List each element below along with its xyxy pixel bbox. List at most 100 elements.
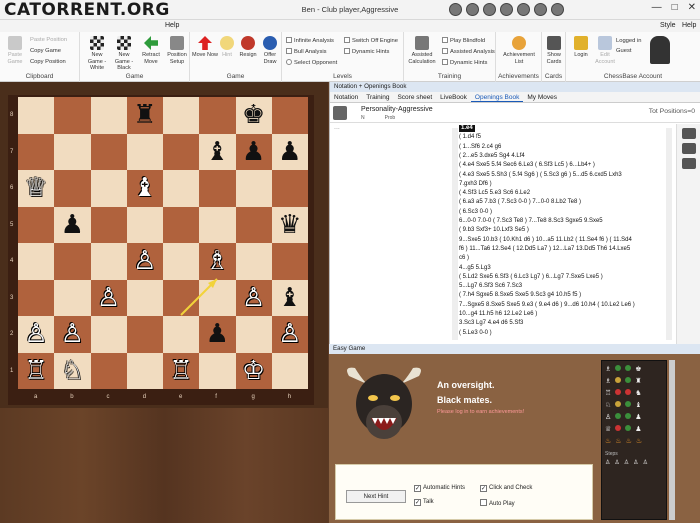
chess-piece[interactable]: ♜ (127, 97, 163, 133)
animal-icon[interactable] (534, 3, 547, 16)
chess-piece[interactable]: ♙ (236, 280, 272, 316)
offer-draw-button[interactable]: Offer Draw (257, 36, 283, 65)
board-square[interactable] (126, 352, 163, 389)
retract-move-button[interactable]: Retract Move (138, 36, 164, 65)
board-square[interactable] (90, 206, 127, 243)
chess-piece[interactable]: ♙ (18, 316, 54, 352)
book-line[interactable]: ( 6.Sc3 0-0 ) (459, 209, 492, 216)
board-square[interactable] (163, 279, 200, 316)
chess-piece[interactable]: ♟ (272, 134, 308, 170)
board-square[interactable] (90, 316, 127, 353)
board-square[interactable] (271, 97, 308, 134)
chess-piece[interactable]: ♟ (54, 207, 90, 243)
board-square[interactable] (271, 170, 308, 207)
auto-play-checkbox[interactable]: Auto Play (480, 499, 515, 507)
board-square[interactable] (54, 170, 91, 207)
chess-piece[interactable]: ♛ (272, 207, 308, 243)
board-square[interactable] (126, 279, 163, 316)
board-square[interactable] (235, 206, 272, 243)
play-blindfold-toggle[interactable]: Play Blindfold (442, 37, 485, 44)
menu-help[interactable]: Help (165, 22, 179, 29)
new-game-black-button[interactable]: New Game - Black (111, 36, 137, 72)
board-square[interactable] (90, 352, 127, 389)
copy-game-button[interactable]: Copy Game (30, 48, 61, 54)
board-square[interactable] (18, 97, 55, 134)
notation-tab[interactable]: My Moves (523, 92, 561, 102)
copy-position-button[interactable]: Copy Position (30, 59, 66, 65)
board-square[interactable] (18, 279, 55, 316)
board-square[interactable] (199, 279, 236, 316)
click-and-check-checkbox[interactable]: ✓ Click and Check (480, 485, 532, 492)
animal-icon[interactable] (551, 3, 564, 16)
board-square[interactable] (18, 243, 55, 280)
chess-piece[interactable]: ♟ (236, 134, 272, 170)
chess-piece[interactable]: ♔ (236, 353, 272, 389)
training-dynamic-hints-toggle[interactable]: Dynamic Hints (442, 59, 487, 66)
chess-piece[interactable]: ♙ (272, 316, 308, 352)
chess-piece[interactable]: ♖ (18, 353, 54, 389)
book-line[interactable]: ( 4.Sf3 Lc5 5.e3 Sc6 6.Le2 (459, 190, 530, 197)
board-square[interactable] (18, 133, 55, 170)
book-line[interactable]: 9...Sxe5 10.b3 ( 10.Kh1 d6 ) 10...a5 11.… (459, 237, 632, 244)
board-square[interactable] (163, 206, 200, 243)
paste-position-button[interactable]: Paste Position (30, 37, 67, 43)
book-line[interactable]: ( 5.Ld2 Sxe5 6.Sf3 ( 6.Lc3 Lg7 ) 6...Lg7… (459, 274, 603, 281)
board-square[interactable] (54, 279, 91, 316)
book-line[interactable]: ( 5.Le3 0-0 ) (459, 330, 492, 337)
book-line[interactable]: ( 4.e4 Sxe5 5.f4 Sec6 6.Le3 ( 6.Sf3 Lc5 … (459, 162, 595, 169)
board-square[interactable] (199, 97, 236, 134)
notation-tab[interactable]: Notation (330, 92, 362, 102)
login-button[interactable]: Login (568, 36, 594, 59)
tool-icon[interactable] (681, 158, 696, 169)
scrollbar[interactable] (452, 128, 458, 340)
next-hint-button[interactable]: Next Hint (346, 490, 406, 503)
book-line[interactable]: ( 1.d4 f5 (459, 134, 481, 141)
board-square[interactable] (163, 97, 200, 134)
chess-piece[interactable]: ♙ (54, 316, 90, 352)
book-line[interactable]: 7...Sgxe5 8.Sxe5 Sxe5 9.e3 ( 9.e4 d6 ) 9… (459, 302, 635, 309)
board-square[interactable] (90, 97, 127, 134)
notation-tab[interactable]: Score sheet (393, 92, 436, 102)
book-line[interactable]: 1.e4 (459, 125, 475, 132)
board-square[interactable] (271, 243, 308, 280)
chess-piece[interactable]: ♝ (199, 134, 235, 170)
paste-game-button[interactable]: Paste Game (2, 36, 28, 65)
achievement-list-button[interactable]: Achievement List (503, 36, 535, 65)
chess-piece[interactable]: ♘ (54, 353, 90, 389)
board-square[interactable] (271, 352, 308, 389)
bull-analysis-toggle[interactable]: Bull Analysis (286, 48, 327, 55)
book-line[interactable]: ( 4.e3 Sxe5 5.Sh3 ( 5.f4 Sg6 ) ( 5.Sc3 g… (459, 172, 622, 179)
chess-piece[interactable]: ♝ (272, 280, 308, 316)
book-line[interactable]: f6 ) 11...Ta6 12.Se4 ( 12.Dd5 La7 ) 12..… (459, 246, 630, 253)
board-square[interactable] (90, 243, 127, 280)
animal-icon[interactable] (500, 3, 513, 16)
board-square[interactable] (90, 170, 127, 207)
board-square[interactable] (235, 243, 272, 280)
menu-help-right[interactable]: Help (682, 22, 696, 29)
animal-icon[interactable] (449, 3, 462, 16)
board-square[interactable] (126, 133, 163, 170)
board-square[interactable] (163, 316, 200, 353)
chess-piece[interactable]: ♖ (163, 353, 199, 389)
board-square[interactable] (235, 170, 272, 207)
book-line[interactable]: ( 7.h4 Sgxe5 8.Sxe5 Sxe5 9.Sc3 g4 10.h5 … (459, 292, 581, 299)
book-line[interactable]: 7.gxh3 Df6 ) (459, 181, 492, 188)
book-line[interactable]: c6 ) (459, 255, 469, 262)
book-line[interactable]: ( 2...e5 3.dxe5 Sg4 4.Lf4 (459, 153, 525, 160)
dynamic-hints-toggle[interactable]: Dynamic Hints (344, 48, 389, 55)
scrollbar[interactable] (669, 360, 675, 520)
book-line[interactable]: ( 6.a3 a5 7.b3 ( 7.Sc3 0-0 ) 7...0-0 8.L… (459, 199, 581, 206)
animal-icon[interactable] (483, 3, 496, 16)
animal-icon[interactable] (466, 3, 479, 16)
book-line[interactable]: 4...g5 5.Lg3 (459, 265, 491, 272)
chess-piece[interactable]: ♕ (18, 170, 54, 206)
board-square[interactable] (235, 316, 272, 353)
board-square[interactable] (163, 170, 200, 207)
tool-icon[interactable] (681, 128, 696, 139)
notation-tab[interactable]: Openings Book (470, 92, 524, 102)
board-square[interactable] (90, 133, 127, 170)
board-square[interactable] (18, 206, 55, 243)
board-square[interactable] (199, 206, 236, 243)
close-button[interactable]: ✕ (688, 2, 696, 13)
board-square[interactable] (126, 206, 163, 243)
